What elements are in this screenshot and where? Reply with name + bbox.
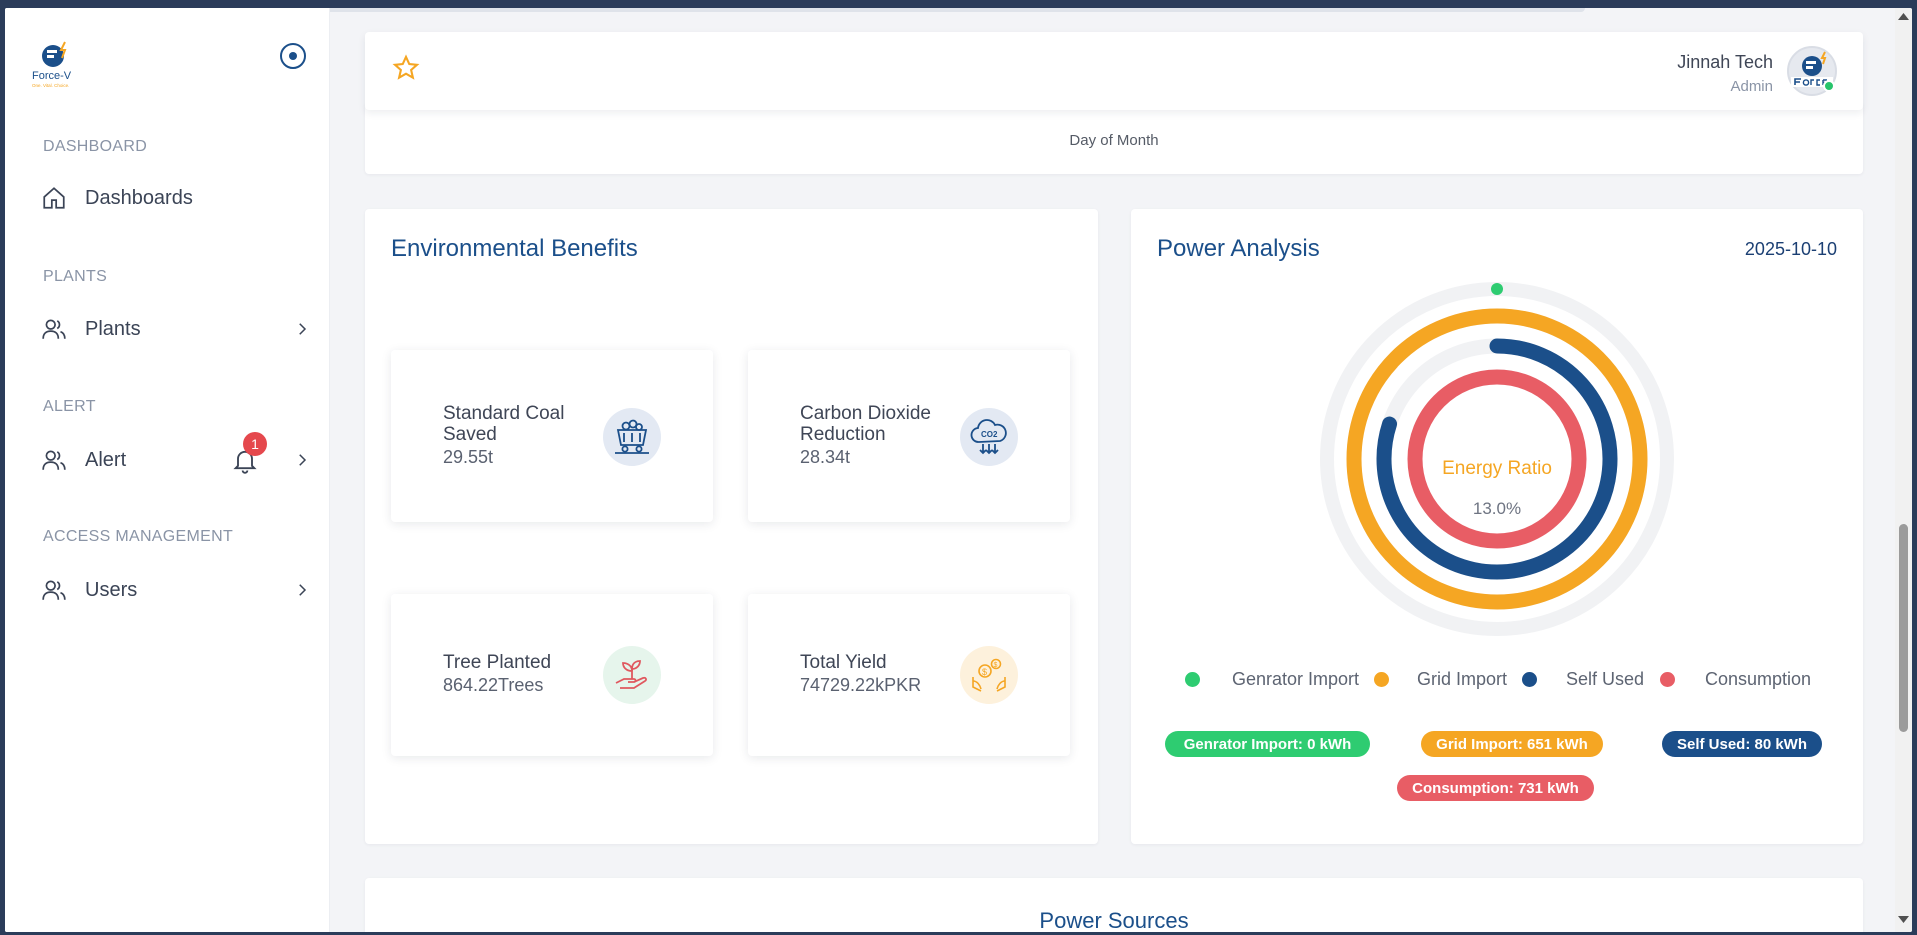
self-used-pill: Self Used: 80 kWh: [1662, 731, 1822, 757]
tile-label: Total Yield: [800, 652, 887, 673]
sidebar-item-users[interactable]: Users: [41, 572, 311, 608]
tile-label: Carbon Dioxide: [800, 403, 931, 424]
legend-dot: [1185, 671, 1200, 687]
section-title-access-management: ACCESS MANAGEMENT: [43, 528, 234, 545]
energy-ratio-radial-chart: Energy Ratio 13.0%: [1320, 282, 1674, 636]
user-role: Admin: [1730, 78, 1773, 95]
svg-text:CO2: CO2: [981, 430, 998, 439]
sidebar-item-label: Plants: [85, 317, 141, 340]
x-axis-label: Day of Month: [1069, 132, 1159, 149]
legend-item-genrator-import[interactable]: [1185, 665, 1200, 693]
chevron-right-icon: [299, 454, 307, 466]
legend-label: Genrator Import: [1232, 669, 1360, 689]
star-icon[interactable]: [392, 54, 420, 82]
scroll-down-icon[interactable]: [1898, 916, 1909, 924]
money-hands-icon: $ $: [960, 646, 1018, 704]
user-name: Jinnah Tech: [1677, 52, 1773, 72]
svg-text:One. Vital. Choice.: One. Vital. Choice.: [32, 83, 69, 88]
date-label[interactable]: 2025-10-10: [1745, 239, 1837, 260]
legend-label: Self Used: [1566, 669, 1645, 689]
chevron-right-icon: [299, 584, 307, 596]
sidebar-item-label: Dashboards: [85, 186, 193, 209]
card-title: Power Analysis: [1157, 235, 1320, 262]
users-icon: [42, 450, 66, 470]
legend-item-grid-import[interactable]: [1374, 665, 1389, 693]
coal-cart-icon: [603, 408, 661, 466]
card-title: Environmental Benefits: [391, 235, 638, 262]
sidebar: Force-V One. Vital. Choice. DASHBOARD Da…: [5, 8, 330, 932]
legend-item-self-used[interactable]: [1522, 665, 1537, 693]
section-title-alert: ALERT: [43, 398, 96, 415]
app-window: Force-V One. Vital. Choice. DASHBOARD Da…: [5, 8, 1912, 932]
legend-label: Consumption: [1705, 669, 1812, 689]
sidebar-item-dashboards[interactable]: Dashboards: [41, 180, 311, 216]
tile-label: Saved: [443, 424, 497, 445]
generator-import-pill: Genrator Import: 0 kWh: [1165, 731, 1370, 757]
users-icon: [42, 580, 66, 600]
tile-label: Reduction: [800, 424, 886, 445]
avatar[interactable]: [1787, 46, 1837, 96]
tile-label: Standard Coal: [443, 403, 565, 424]
sidebar-toggle-button[interactable]: [280, 43, 306, 69]
legend-label: Grid Import: [1417, 669, 1508, 689]
center-label: Energy Ratio: [1442, 458, 1552, 479]
radial-bars: [1346, 283, 1648, 610]
users-icon: [42, 319, 66, 339]
radial-bar-genrator-import[interactable]: [1491, 283, 1503, 295]
tile-value: 28.34t: [800, 447, 851, 467]
tile-label: Tree Planted: [443, 652, 552, 673]
chevron-right-icon: [299, 323, 307, 335]
home-icon: [43, 187, 65, 209]
consumption-pill: Consumption: 731 kWh: [1397, 775, 1594, 801]
tile-value: 864.22Trees: [443, 675, 544, 695]
svg-text:$: $: [994, 662, 998, 669]
force-v-logo[interactable]: Force-V One. Vital. Choice.: [31, 38, 81, 88]
legend-dot: [1374, 671, 1389, 687]
co2-reduction-tile: Carbon Dioxide Reduction 28.34t CO2: [748, 350, 1070, 522]
alert-bell-button[interactable]: 1: [231, 432, 267, 474]
sidebar-item-alert[interactable]: Alert 1: [41, 432, 311, 478]
section-title-dashboard: DASHBOARD: [43, 138, 148, 155]
toggle-dot-icon: [289, 52, 297, 60]
svg-text:$: $: [982, 667, 987, 677]
legend-dot: [1660, 671, 1675, 687]
grid-import-pill: Grid Import: 651 kWh: [1421, 731, 1603, 757]
total-yield-tile: Total Yield 74729.22kPKR $ $: [748, 594, 1070, 756]
tile-value: 74729.22kPKR: [800, 675, 922, 695]
legend-item-consumption[interactable]: [1660, 665, 1675, 693]
alert-count-badge: 1: [243, 432, 267, 456]
sidebar-item-plants[interactable]: Plants: [41, 311, 311, 347]
sidebar-item-label: Users: [85, 578, 138, 601]
card-title: Power Sources: [1039, 908, 1189, 932]
power-sources-card: Power Sources: [365, 878, 1863, 932]
section-title-plants: PLANTS: [43, 268, 108, 285]
sidebar-item-label: Alert: [85, 448, 127, 471]
plant-hand-icon: [603, 646, 661, 704]
daily-chart-card: Day of Month: [365, 102, 1863, 174]
legend-dot: [1522, 671, 1537, 687]
page-scrollbar[interactable]: [1895, 8, 1912, 932]
svg-text:Force-V: Force-V: [32, 70, 72, 82]
tree-planted-tile: Tree Planted 864.22Trees: [391, 594, 713, 756]
coal-saved-tile: Standard Coal Saved 29.55t: [391, 350, 713, 522]
chart-legend: Genrator Import Grid Import Self Used Co…: [1131, 665, 1863, 693]
tile-value: 29.55t: [443, 447, 494, 467]
top-header: Jinnah Tech Admin: [365, 32, 1863, 110]
power-analysis-card: Power Analysis 2025-10-10 Energy Ratio 1…: [1131, 209, 1863, 844]
co2-cloud-icon: CO2: [960, 408, 1018, 466]
scrollbar-thumb[interactable]: [1899, 524, 1908, 732]
scroll-up-icon[interactable]: [1898, 12, 1909, 20]
online-status-dot: [1823, 80, 1835, 92]
center-value: 13.0%: [1473, 499, 1521, 518]
environmental-benefits-card: Environmental Benefits Standard Coal Sav…: [365, 209, 1098, 844]
